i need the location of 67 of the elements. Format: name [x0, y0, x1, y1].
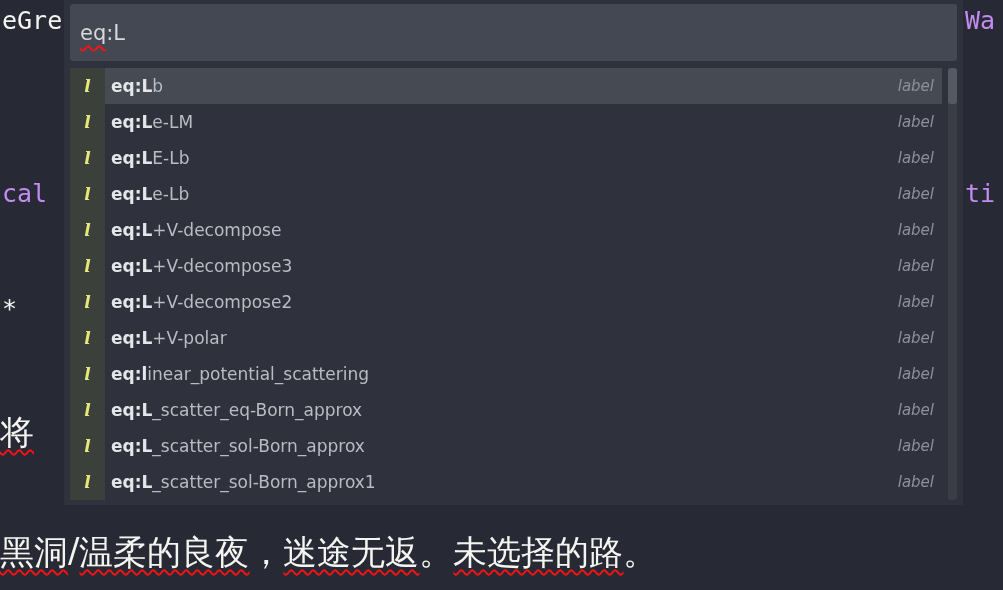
suggestion-item[interactable]: l eq:L+V-polar label [70, 320, 942, 356]
suggestion-name: eq:linear_potential_scattering [111, 364, 370, 384]
label-icon: l [70, 464, 105, 500]
suggestion-name: eq:Le-LM [111, 112, 195, 132]
misspelled-text: 未选择的路 [453, 531, 624, 574]
misspelled-text: eq [80, 20, 107, 45]
label-icon: l [70, 320, 105, 356]
suggestion-type: label [897, 293, 934, 311]
editor-text: eGre [2, 5, 63, 35]
scrollbar-thumb[interactable] [948, 68, 957, 104]
label-icon: l [70, 356, 105, 392]
suggestion-item[interactable]: l eq:L+V-decompose3 label [70, 248, 942, 284]
suggestion-item[interactable]: l eq:Le-LM label [70, 104, 942, 140]
suggestion-type: label [897, 77, 934, 95]
suggestion-item[interactable]: l eq:L_scatter_sol-Born_approx label [70, 428, 942, 464]
editor-text: ti [965, 178, 997, 208]
suggestion-type: label [897, 401, 934, 419]
scrollbar[interactable] [948, 68, 957, 500]
suggestion-type: label [897, 257, 934, 275]
suggestion-name: eq:L_scatter_sol-Born_approx1 [111, 472, 377, 492]
label-icon: l [70, 68, 105, 104]
editor-text: Wa [965, 5, 997, 35]
suggestion-name: eq:L+V-polar [111, 328, 228, 348]
suggestion-name: eq:L_scatter_sol-Born_approx [111, 436, 366, 456]
suggestion-item[interactable]: l eq:LE-Lb label [70, 140, 942, 176]
label-icon: l [70, 284, 105, 320]
misspelled-text: 将 [0, 411, 34, 454]
misspelled-text: 迷途无返 [283, 531, 420, 574]
suggestion-item[interactable]: l eq:Le-Lb label [70, 176, 942, 212]
editor-text: ， [249, 531, 284, 574]
editor-text: 。 [623, 531, 658, 574]
search-field[interactable]: eq:L [70, 4, 957, 61]
suggestion-type: label [897, 185, 934, 203]
suggestion-item[interactable]: l eq:Lb label [70, 68, 942, 104]
suggestion-name: eq:L+V-decompose3 [111, 256, 294, 276]
suggestion-type: label [897, 437, 934, 455]
suggestion-type: label [897, 365, 934, 383]
suggestion-type: label [897, 221, 934, 239]
suggestion-name: eq:Le-Lb [111, 184, 191, 204]
label-icon: l [70, 248, 105, 284]
suggestion-name: eq:L+V-decompose2 [111, 292, 294, 312]
suggestion-item[interactable]: l eq:L_scatter_sol-Born_approx1 label [70, 464, 942, 500]
misspelled-text: 黑洞 [0, 531, 68, 574]
suggestion-name: eq:L+V-decompose [111, 220, 283, 240]
suggestion-name: eq:Lb [111, 76, 165, 96]
editor-text: / [68, 530, 80, 572]
suggestion-type: label [897, 329, 934, 347]
label-icon: l [70, 176, 105, 212]
suggestion-item[interactable]: l eq:L+V-decompose2 label [70, 284, 942, 320]
label-icon: l [70, 428, 105, 464]
suggestion-item[interactable]: l eq:linear_potential_scattering label [70, 356, 942, 392]
misspelled-text: 温柔的良夜 [79, 531, 250, 574]
editor-text: cal [2, 178, 48, 208]
suggestion-name: eq:L_scatter_eq-Born_approx [111, 400, 364, 420]
label-icon: l [70, 212, 105, 248]
editor-text: 。 [419, 531, 454, 574]
suggestion-name: eq:LE-Lb [111, 148, 191, 168]
suggestion-type: label [897, 473, 934, 491]
query-text: :L [106, 20, 126, 45]
editor-text: * [2, 293, 18, 323]
suggestion-item[interactable]: l eq:L+V-decompose label [70, 212, 942, 248]
suggestion-type: label [897, 149, 934, 167]
suggestion-item[interactable]: l eq:L_scatter_eq-Born_approx label [70, 392, 942, 428]
label-icon: l [70, 392, 105, 428]
label-icon: l [70, 140, 105, 176]
suggestion-type: label [897, 113, 934, 131]
label-icon: l [70, 104, 105, 140]
